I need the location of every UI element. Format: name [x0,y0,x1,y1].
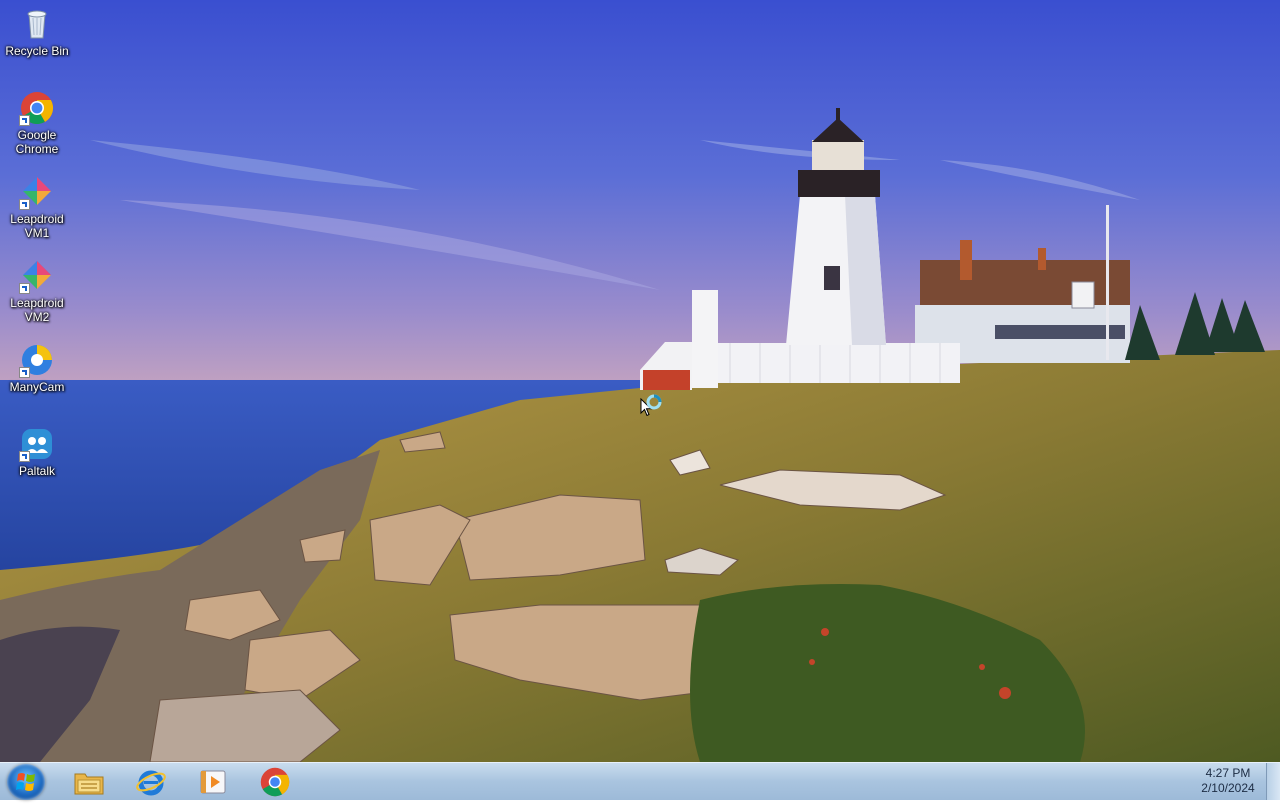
chrome-icon [260,767,290,797]
system-tray-clock[interactable]: 4:27 PM 2/10/2024 [1190,766,1266,798]
desktop-icon-recycle-bin[interactable]: Recycle Bin [3,6,71,58]
desktop-icon-leapdroid-vm1[interactable]: Leapdroid VM1 [3,174,71,240]
show-desktop-button[interactable] [1266,763,1280,800]
taskbar-google-chrome[interactable] [248,764,302,800]
shortcut-arrow-icon [19,283,30,294]
desktop-icon-manycam[interactable]: ManyCam [3,342,71,394]
desktop-icon-google-chrome[interactable]: Google Chrome [3,90,71,156]
shortcut-arrow-icon [19,367,30,378]
desktop-icon-label: Recycle Bin [5,44,69,58]
manycam-icon [19,342,55,378]
desktop-icon-paltalk[interactable]: Paltalk [3,426,71,478]
desktop-icon-label: Leapdroid VM1 [10,212,64,240]
desktop-icon-leapdroid-vm2[interactable]: Leapdroid VM2 [3,258,71,324]
shortcut-arrow-icon [19,451,30,462]
folder-icon [74,773,104,795]
desktop-icon-label: ManyCam [9,380,65,394]
windows-logo-icon [16,773,35,791]
taskbar-windows-media-player[interactable] [186,764,240,800]
desktop[interactable]: Recycle Bin Google Chrome Leapdroid VM1 … [0,0,1280,762]
paltalk-icon [19,426,55,462]
clock-time: 4:27 PM [1205,766,1251,780]
shortcut-arrow-icon [19,199,30,210]
desktop-icon-label: Google Chrome [15,128,59,156]
start-button[interactable] [7,764,45,800]
taskbar-internet-explorer[interactable] [124,764,178,800]
shortcut-arrow-icon [19,115,30,126]
internet-explorer-icon [136,770,166,796]
clock-date: 2/10/2024 [1201,781,1255,795]
recycle-bin-icon [19,6,55,42]
taskbar-windows-explorer[interactable] [62,764,116,800]
desktop-icon-label: Paltalk [18,464,56,478]
media-player-icon [200,770,226,794]
busy-spinner-icon [645,393,663,416]
leapdroid-icon [19,174,55,210]
chrome-icon [19,90,55,126]
leapdroid-icon [19,258,55,294]
desktop-icon-label: Leapdroid VM2 [10,296,64,324]
taskbar: 4:27 PM 2/10/2024 [0,762,1280,800]
wallpaper-lighthouse [0,0,1280,762]
